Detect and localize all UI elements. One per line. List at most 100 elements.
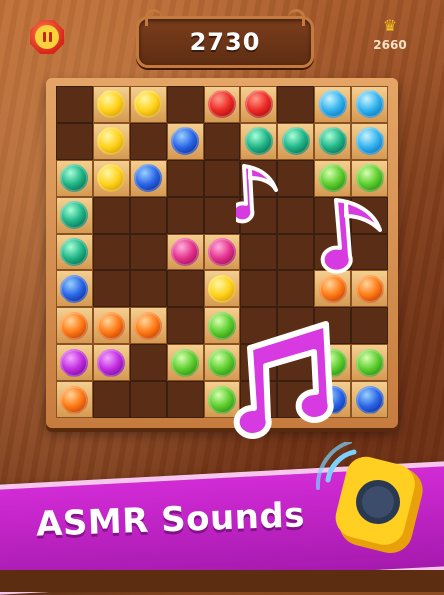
yellow-gem-icon [97,164,126,193]
empty-cell[interactable] [166,307,204,345]
yellow-gem-cell[interactable] [92,86,130,123]
purple-gem-icon [97,348,126,377]
orange-gem-icon [60,385,89,414]
teal-gem-cell[interactable] [240,122,278,160]
current-score: 2730 [189,28,261,56]
red-gem-cell[interactable] [240,86,278,123]
teal-gem-icon [60,164,89,193]
orange-gem-icon [318,274,347,303]
teal-gem-cell[interactable] [314,122,352,160]
empty-cell[interactable] [92,381,130,418]
empty-cell[interactable] [240,270,278,308]
cyan-gem-icon [355,127,384,156]
empty-cell[interactable] [92,270,130,308]
red-gem-cell[interactable] [203,86,241,123]
orange-gem-icon [134,311,163,340]
red-gem-icon [244,90,273,119]
green-gem-icon [355,348,384,377]
empty-cell[interactable] [129,270,167,308]
red-gem-icon [207,90,236,119]
cyan-gem-cell[interactable] [351,86,388,123]
empty-cell[interactable] [129,233,167,271]
orange-gem-cell[interactable] [56,307,93,345]
empty-cell[interactable] [166,86,204,123]
blue-gem-icon [60,274,89,303]
empty-cell[interactable] [277,270,315,308]
blue-gem-cell[interactable] [129,159,167,197]
blue-gem-icon [355,385,384,414]
music-note-icon [314,196,388,278]
orange-gem-cell[interactable] [56,381,93,418]
yellow-gem-icon [97,127,126,156]
cyan-gem-cell[interactable] [314,86,352,123]
purple-gem-icon [60,348,89,377]
empty-cell[interactable] [277,233,315,271]
empty-cell[interactable] [56,122,93,160]
yellow-gem-cell[interactable] [203,270,241,308]
empty-cell[interactable] [129,344,167,382]
music-note-icon [228,318,336,442]
empty-cell[interactable] [92,233,130,271]
pause-icon [35,25,59,49]
teal-gem-icon [281,127,310,156]
cyan-gem-cell[interactable] [351,122,388,160]
blue-gem-icon [134,164,163,193]
music-note-icon [236,160,284,230]
green-gem-icon [171,348,200,377]
yellow-gem-icon [134,90,163,119]
empty-cell[interactable] [351,307,388,345]
yellow-gem-cell[interactable] [92,159,130,197]
empty-cell[interactable] [203,122,241,160]
score-panel: 2730 [136,9,314,68]
empty-cell[interactable] [129,196,167,234]
bottom-wood-strip [0,570,444,592]
green-gem-cell[interactable] [351,159,388,197]
teal-gem-cell[interactable] [56,196,93,234]
empty-cell[interactable] [240,233,278,271]
pink-gem-cell[interactable] [166,233,204,271]
blue-gem-cell[interactable] [351,381,388,418]
yellow-gem-cell[interactable] [92,122,130,160]
purple-gem-cell[interactable] [92,344,130,382]
pink-gem-cell[interactable] [203,233,241,271]
yellow-gem-icon [97,90,126,119]
crown-icon: ♛ [382,16,398,35]
empty-cell[interactable] [166,159,204,197]
empty-cell[interactable] [166,196,204,234]
teal-gem-cell[interactable] [277,122,315,160]
green-gem-cell[interactable] [314,159,352,197]
empty-cell[interactable] [277,86,315,123]
empty-cell[interactable] [129,122,167,160]
green-gem-cell[interactable] [351,344,388,382]
empty-cell[interactable] [203,196,241,234]
orange-gem-icon [97,311,126,340]
blue-gem-cell[interactable] [166,122,204,160]
orange-gem-icon [355,274,384,303]
yellow-gem-cell[interactable] [129,86,167,123]
teal-gem-icon [60,201,89,230]
orange-gem-icon [60,311,89,340]
empty-cell[interactable] [203,159,241,197]
pink-gem-icon [207,237,236,266]
orange-gem-cell[interactable] [92,307,130,345]
pink-gem-icon [171,237,200,266]
teal-gem-cell[interactable] [56,159,93,197]
teal-gem-icon [318,127,347,156]
blue-gem-cell[interactable] [56,270,93,308]
green-gem-cell[interactable] [166,344,204,382]
blue-gem-icon [171,127,200,156]
teal-gem-icon [244,127,273,156]
speaker-icon [306,440,426,566]
yellow-gem-icon [207,274,236,303]
orange-gem-cell[interactable] [129,307,167,345]
empty-cell[interactable] [166,381,204,418]
teal-gem-icon [60,237,89,266]
purple-gem-cell[interactable] [56,344,93,382]
empty-cell[interactable] [92,196,130,234]
teal-gem-cell[interactable] [56,233,93,271]
green-gem-icon [355,164,384,193]
empty-cell[interactable] [129,381,167,418]
empty-cell[interactable] [166,270,204,308]
empty-cell[interactable] [56,86,93,123]
green-gem-icon [318,164,347,193]
